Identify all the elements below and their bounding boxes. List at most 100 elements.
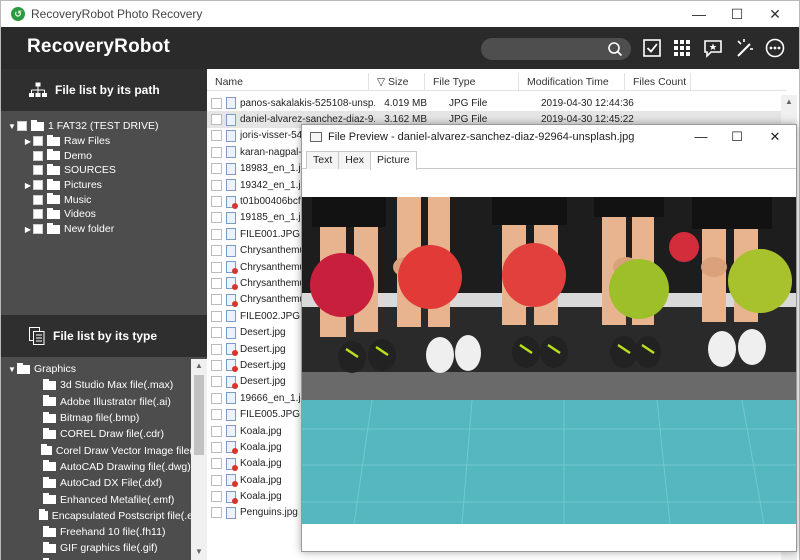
- tree-item-path[interactable]: Videos: [7, 207, 207, 222]
- file-row[interactable]: panos-sakalakis-525108-unsp... 4.019 MB JP…: [207, 95, 787, 111]
- column-type[interactable]: File Type: [425, 73, 519, 91]
- tree-checkbox[interactable]: [17, 121, 27, 132]
- tree-checkbox[interactable]: [33, 224, 43, 235]
- row-checkbox[interactable]: [211, 392, 222, 404]
- scroll-thumb[interactable]: [194, 375, 204, 455]
- search-icon[interactable]: [607, 41, 623, 57]
- row-checkbox[interactable]: [211, 163, 222, 175]
- tree-item-type[interactable]: Freehand 10 file(.fh11): [7, 524, 193, 540]
- tree-item-path[interactable]: SOURCES: [7, 163, 207, 178]
- tree-item-type[interactable]: Bitmap file(.bmp): [7, 410, 193, 426]
- expand-arrow-icon[interactable]: ▶: [23, 225, 33, 234]
- image-file-icon: [226, 162, 236, 175]
- expand-arrow-icon[interactable]: ▼: [7, 122, 17, 131]
- tab-text[interactable]: Text: [306, 151, 340, 169]
- row-checkbox[interactable]: [211, 327, 222, 339]
- row-checkbox[interactable]: [211, 507, 222, 519]
- row-checkbox[interactable]: [211, 474, 222, 486]
- row-checkbox[interactable]: [211, 458, 222, 470]
- row-checkbox[interactable]: [211, 359, 222, 371]
- row-checkbox[interactable]: [211, 376, 222, 388]
- row-checkbox[interactable]: [211, 277, 222, 289]
- tree-item-type[interactable]: ▼ Graphics: [7, 361, 193, 377]
- column-size[interactable]: ▽ Size: [369, 73, 425, 91]
- tree-item-path[interactable]: ▼ 1 FAT32 (TEST DRIVE): [7, 119, 207, 134]
- tree-item-label: Videos: [64, 208, 96, 221]
- bowling-ball: [398, 245, 462, 309]
- folder-icon: [31, 119, 44, 131]
- tree-item-path[interactable]: ▶ New folder: [7, 222, 207, 237]
- row-checkbox[interactable]: [211, 261, 222, 273]
- tab-picture[interactable]: Picture: [369, 151, 417, 170]
- tree-item-path[interactable]: ▶ Raw Files: [7, 134, 207, 149]
- tree-item-type[interactable]: GIF graphics file(.gif): [7, 540, 193, 556]
- tree-checkbox[interactable]: [33, 180, 43, 191]
- tree-item-type[interactable]: COREL Draw file(.cdr): [7, 426, 193, 442]
- minimize-button[interactable]: —: [681, 1, 717, 27]
- row-checkbox[interactable]: [211, 343, 222, 355]
- row-checkbox[interactable]: [211, 441, 222, 453]
- row-checkbox[interactable]: [211, 97, 222, 109]
- row-checkbox[interactable]: [211, 130, 222, 142]
- row-checkbox[interactable]: [211, 294, 222, 306]
- list-scroll-up-icon[interactable]: ▲: [781, 97, 797, 106]
- row-checkbox[interactable]: [211, 114, 222, 126]
- row-checkbox[interactable]: [211, 179, 222, 191]
- tree-item-type[interactable]: AutoCAD Drawing file(.dwg): [7, 459, 193, 475]
- row-checkbox[interactable]: [211, 228, 222, 240]
- tree-item-path[interactable]: ▶ Pictures: [7, 178, 207, 193]
- column-mtime[interactable]: Modification Time: [519, 73, 625, 91]
- tab-hex[interactable]: Hex: [338, 151, 371, 169]
- row-checkbox[interactable]: [211, 310, 222, 322]
- tree-item-type[interactable]: Icon file(.ico): [7, 557, 193, 560]
- expand-arrow-icon[interactable]: ▶: [23, 137, 33, 146]
- scroll-down-icon[interactable]: ▼: [191, 547, 207, 556]
- tree-item-type[interactable]: AutoCad DX File(.dxf): [7, 475, 193, 491]
- tree-item-type[interactable]: Corel Draw Vector Image file(: [7, 442, 193, 458]
- row-checkbox[interactable]: [211, 245, 222, 257]
- tree-item-label: Adobe Illustrator file(.ai): [60, 395, 171, 408]
- tree-item-path[interactable]: Music: [7, 192, 207, 207]
- row-checkbox[interactable]: [211, 146, 222, 158]
- maximize-button[interactable]: ☐: [719, 1, 755, 27]
- more-icon[interactable]: [764, 37, 786, 59]
- folder-icon: [43, 476, 56, 488]
- row-checkbox[interactable]: [211, 212, 222, 224]
- close-button[interactable]: ✕: [757, 1, 793, 27]
- scroll-up-icon[interactable]: ▲: [191, 361, 207, 370]
- tree-item-type[interactable]: Encapsulated Postscript file(.e: [7, 508, 193, 524]
- path-tree: ▼ 1 FAT32 (TEST DRIVE) ▶ Raw Files Demo SOURC…: [7, 119, 207, 237]
- tree-item-type[interactable]: Enhanced Metafile(.emf): [7, 491, 193, 507]
- type-list-heading[interactable]: File list by its type: [1, 315, 207, 357]
- row-checkbox[interactable]: [211, 196, 222, 208]
- row-checkbox[interactable]: [211, 491, 222, 503]
- type-tree-scrollbar[interactable]: ▲ ▼: [191, 359, 207, 560]
- preview-minimize-button[interactable]: —: [684, 125, 718, 149]
- tree-item-type[interactable]: Adobe Illustrator file(.ai): [7, 394, 193, 410]
- feedback-icon[interactable]: [702, 37, 724, 59]
- preview-close-button[interactable]: ✕: [758, 125, 792, 149]
- tree-checkbox[interactable]: [33, 165, 43, 176]
- tree-checkbox[interactable]: [33, 194, 43, 205]
- tree-item-label: GIF graphics file(.gif): [60, 542, 158, 555]
- wand-icon[interactable]: [733, 37, 755, 59]
- grid-view-icon[interactable]: [671, 37, 693, 59]
- image-file-icon: [226, 425, 236, 437]
- sitemap-icon: [29, 82, 47, 97]
- tree-checkbox[interactable]: [33, 136, 43, 147]
- column-files-count[interactable]: Files Count: [625, 73, 691, 91]
- check-all-icon[interactable]: [641, 37, 663, 59]
- path-list-heading[interactable]: File list by its path: [1, 69, 207, 111]
- tree-checkbox[interactable]: [33, 209, 43, 220]
- folder-icon: [47, 193, 60, 205]
- tree-item-path[interactable]: Demo: [7, 148, 207, 163]
- column-name[interactable]: Name: [207, 73, 369, 91]
- tree-checkbox[interactable]: [33, 150, 43, 161]
- expand-arrow-icon[interactable]: ▶: [23, 181, 33, 190]
- expand-arrow-icon[interactable]: ▼: [7, 365, 17, 374]
- tree-item-label: AutoCAD Drawing file(.dwg): [60, 460, 191, 473]
- row-checkbox[interactable]: [211, 409, 222, 421]
- preview-maximize-button[interactable]: ☐: [720, 125, 754, 149]
- row-checkbox[interactable]: [211, 425, 222, 437]
- tree-item-type[interactable]: 3d Studio Max file(.max): [7, 377, 193, 393]
